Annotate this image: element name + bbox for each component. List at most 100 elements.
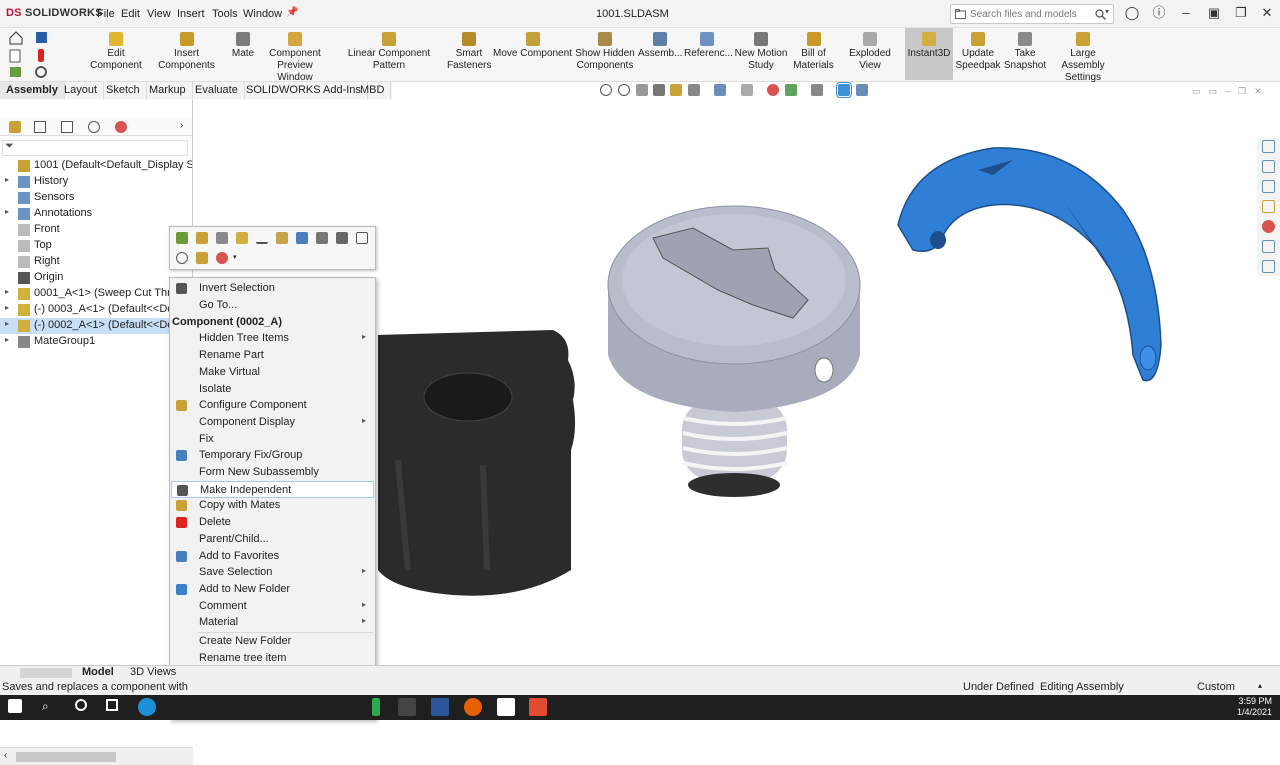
tab-mbd[interactable]: MBD [354, 82, 392, 99]
menu-edit[interactable]: Edit [121, 8, 140, 20]
context-menu-item[interactable]: Material ▸ [171, 614, 374, 631]
tab-sketch[interactable]: Sketch [100, 82, 147, 99]
view-palette-icon[interactable] [1262, 200, 1275, 213]
tab-markup[interactable]: Markup [143, 82, 193, 99]
windows-start-icon[interactable] [8, 699, 22, 713]
tab-model[interactable]: Model [82, 666, 114, 678]
resources-home-icon[interactable] [1262, 140, 1275, 153]
component-preview-window-button[interactable]: Component Preview Window [259, 32, 331, 84]
layout-icon[interactable]: ▣ [1206, 5, 1222, 21]
camera-icon[interactable] [398, 698, 416, 716]
context-menu-item[interactable]: Add to New Folder [171, 581, 374, 598]
smart-fasteners-button[interactable]: Smart Fasteners [447, 32, 491, 72]
help-icon[interactable]: ⓘ [1151, 5, 1167, 21]
zoom-to-fit-icon[interactable] [600, 84, 612, 96]
cortana-icon[interactable] [75, 699, 87, 711]
dimxpert-tab-icon[interactable] [88, 121, 100, 133]
context-menu-item[interactable]: Hidden Tree Items ▸ [171, 330, 374, 347]
tree-item[interactable]: ▸ MateGroup1 [0, 334, 192, 350]
featuremanager-tab-icon[interactable] [9, 121, 21, 133]
context-menu-item[interactable]: Component Display ▸ [171, 414, 374, 431]
mate-button[interactable]: Mate [229, 32, 257, 60]
tree-item[interactable]: Top [0, 238, 192, 254]
expand-arrow-icon[interactable]: ▸ [5, 175, 9, 184]
chevron-right-icon[interactable]: › [180, 120, 183, 131]
show-hidden-components-button[interactable]: Show Hidden Components [575, 32, 635, 72]
restore-icon[interactable]: ❐ [1233, 5, 1249, 21]
pin-component-icon[interactable] [336, 232, 348, 244]
tree-item[interactable]: Origin [0, 270, 192, 286]
assembly-features-button[interactable]: Assemb... [638, 32, 682, 60]
update-speedpak-button[interactable]: Update Speedpak [955, 32, 1001, 72]
zoom-to-selection-icon[interactable] [176, 252, 188, 264]
menu-file[interactable]: File [97, 8, 115, 20]
attach-icon[interactable] [316, 232, 328, 244]
task-view-icon[interactable] [106, 699, 118, 711]
context-menu-item[interactable]: Isolate [171, 381, 374, 398]
file-explorer-icon[interactable] [1262, 180, 1275, 193]
expand-arrow-icon[interactable]: ▸ [5, 207, 9, 216]
insert-mate-icon[interactable] [256, 232, 268, 244]
user-icon[interactable]: ◯ [1124, 5, 1140, 21]
pdf-icon[interactable] [497, 698, 515, 716]
menu-window[interactable]: Window [243, 8, 282, 20]
context-menu-item[interactable]: Configure Component [171, 397, 374, 414]
tree-item[interactable]: ▸ 0001_A<1> (Sweep Cut Thread) [0, 286, 192, 302]
previous-view-icon[interactable] [636, 84, 648, 96]
design-library-icon[interactable] [1262, 160, 1275, 173]
section-view-icon[interactable] [653, 84, 665, 96]
context-menu-item[interactable]: Save Selection ▸ [171, 564, 374, 581]
solidworks-logo[interactable]: DS SOLIDWORKS [6, 7, 103, 19]
view-settings-icon[interactable] [811, 84, 823, 96]
tree-item[interactable]: ▸ Annotations [0, 206, 192, 222]
apply-scene-icon[interactable] [785, 84, 797, 96]
context-menu-item[interactable]: Temporary Fix/Group [171, 447, 374, 464]
custom-properties-icon[interactable] [1262, 240, 1275, 253]
context-menu-item[interactable]: Copy with Mates [171, 497, 374, 514]
edit-component-button[interactable]: Edit Component [90, 32, 142, 72]
tree-item[interactable]: ▸(-) 0002_A<1> (Default<<Default>_Displa… [0, 318, 192, 334]
expand-arrow-icon[interactable]: ▸ [5, 303, 9, 312]
new-motion-study-button[interactable]: New Motion Study [733, 32, 789, 72]
zoom-area-icon[interactable] [618, 84, 630, 96]
tab-layout[interactable]: Layout [58, 82, 105, 99]
context-menu-item[interactable]: Add to Favorites [171, 548, 374, 565]
configuration-tab-icon[interactable] [61, 121, 73, 133]
units-selector[interactable]: Custom [1197, 681, 1235, 693]
menu-insert[interactable]: Insert [177, 8, 205, 20]
expand-arrow-icon[interactable]: ▸ [5, 319, 9, 328]
expand-arrow-icon[interactable]: ▸ [5, 335, 9, 344]
tab-assembly[interactable]: Assembly [0, 82, 65, 99]
tab-addins[interactable]: SOLIDWORKS Add-Ins [240, 82, 368, 99]
search-taskbar-icon[interactable]: ⌕ [42, 699, 49, 714]
display-style-icon[interactable] [714, 84, 726, 96]
display-manager-tab-icon[interactable] [115, 121, 127, 133]
search-dropdown-icon[interactable]: ▾ [1105, 7, 1109, 16]
scrollbar-thumb[interactable] [16, 752, 116, 762]
tree-filter-input[interactable] [2, 140, 188, 156]
context-menu-item[interactable]: Create New Folder [171, 633, 374, 650]
tree-item[interactable]: ▸(-) 0003_A<1> (Default<<Default>_Displa… [0, 302, 192, 318]
search-input[interactable]: Search files and models [950, 4, 1114, 24]
app-icon[interactable] [372, 698, 380, 716]
context-menu-item[interactable]: Form New Subassembly [171, 464, 374, 481]
properties-icon[interactable] [356, 232, 368, 244]
triad-icon[interactable] [856, 84, 868, 96]
context-menu-item[interactable]: Make Virtual [171, 364, 374, 381]
view-orientation-icon[interactable] [688, 84, 700, 96]
edit-part-icon[interactable] [196, 232, 208, 244]
expand-arrow-icon[interactable]: ▸ [5, 287, 9, 296]
take-snapshot-button[interactable]: Take Snapshot [1003, 32, 1047, 72]
menu-view[interactable]: View [147, 8, 171, 20]
reference-geometry-button[interactable]: Referenc... [684, 32, 733, 60]
context-menu-item[interactable]: Invert Selection [171, 280, 374, 297]
view-mates-icon[interactable] [196, 252, 208, 264]
word-icon[interactable] [431, 698, 449, 716]
sort-icon[interactable] [296, 232, 308, 244]
move-component-button[interactable]: Move Component [493, 32, 572, 60]
forum-icon[interactable] [1262, 260, 1275, 273]
large-assembly-settings-button[interactable]: Large Assembly Settings [1049, 32, 1117, 84]
tree-item[interactable]: Right [0, 254, 192, 270]
units-dropdown-icon[interactable]: ▴ [1258, 681, 1262, 690]
appearance-icon[interactable] [216, 252, 228, 264]
